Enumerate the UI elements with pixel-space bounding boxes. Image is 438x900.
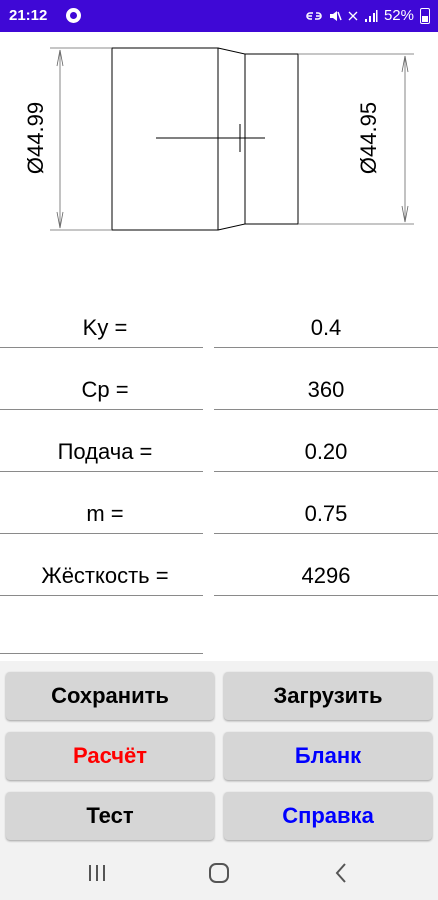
param-divider (0, 347, 203, 348)
link-icon (306, 11, 322, 20)
param-input-m[interactable]: 0.75 (214, 501, 438, 527)
blank-button[interactable]: Бланк (224, 732, 432, 780)
param-divider (0, 471, 203, 472)
part-chamfer (217, 47, 246, 231)
param-input-underline (214, 347, 438, 348)
status-bar: 21:12 52% (0, 0, 438, 32)
param-input-cp[interactable]: 360 (214, 377, 438, 403)
wifi-icon (348, 11, 358, 20)
test-button[interactable]: Тест (6, 792, 214, 840)
battery-percent: 52% (383, 7, 414, 24)
param-input-underline (214, 471, 438, 472)
help-button[interactable]: Справка (224, 792, 432, 840)
signal-icon (364, 9, 378, 22)
left-diameter-label: Ø44.99 (23, 102, 48, 174)
part-small-cylinder (244, 53, 299, 225)
param-input-underline (214, 533, 438, 534)
param-input-ky[interactable]: 0.4 (214, 315, 438, 341)
param-label-feed: Подача = (57, 439, 153, 464)
status-icons: 52% (306, 7, 430, 24)
action-buttons: Сохранить Загрузить Расчёт Бланк Тест Сп… (0, 661, 438, 845)
param-label-ky: Ky = (82, 315, 128, 340)
calculate-button[interactable]: Расчёт (6, 732, 214, 780)
param-divider (0, 595, 203, 596)
part-drawing-svg: Ø44.99 Ø44.95 (23, 47, 414, 231)
param-input-underline (214, 409, 438, 410)
status-time: 21:12 (9, 7, 48, 24)
param-input-underline (214, 595, 438, 596)
part-large-cylinder (111, 47, 219, 231)
right-diameter-label: Ø44.95 (356, 102, 381, 174)
back-icon[interactable] (322, 857, 362, 889)
empty-field-underline (0, 653, 203, 654)
home-icon[interactable] (199, 857, 239, 889)
param-row-ky: Ky = 0.4 (0, 296, 438, 358)
mute-icon (329, 10, 342, 21)
navigation-bar (0, 845, 438, 900)
parameters-form: Ky = 0.4 Cp = 360 Подача = 0.20 m = 0.75… (0, 296, 438, 661)
param-row-m: m = 0.75 (0, 482, 438, 544)
load-button[interactable]: Загрузить (224, 672, 432, 720)
app-notification-icon (66, 8, 81, 23)
param-label-m: m = (86, 501, 124, 526)
recents-icon[interactable] (77, 857, 117, 889)
param-label-cp: Cp = (81, 377, 129, 402)
save-button[interactable]: Сохранить (6, 672, 214, 720)
param-divider (0, 409, 203, 410)
param-input-stiffness[interactable]: 4296 (214, 563, 438, 589)
param-row-cp: Cp = 360 (0, 358, 438, 420)
part-drawing: Ø44.99 Ø44.95 (0, 32, 438, 296)
param-row-feed: Подача = 0.20 (0, 420, 438, 482)
param-label-stiffness: Жёсткость = (41, 563, 169, 588)
param-input-feed[interactable]: 0.20 (214, 439, 438, 465)
param-divider (0, 533, 203, 534)
battery-icon (420, 7, 430, 24)
param-row-stiffness: Жёсткость = 4296 (0, 544, 438, 606)
